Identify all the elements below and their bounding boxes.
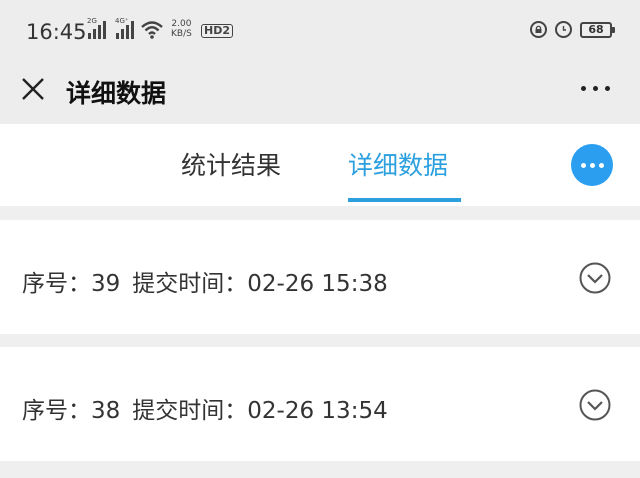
wifi-icon	[141, 21, 163, 39]
seq-value: 38	[91, 398, 121, 424]
close-icon[interactable]	[20, 76, 46, 102]
record-summary: 序号：38 提交时间：02-26 13:54	[22, 391, 388, 425]
lock-rotation-icon	[530, 21, 547, 38]
signal-4g-label: 4G⁺	[115, 17, 129, 25]
record-summary: 序号：39 提交时间：02-26 15:38	[22, 264, 388, 298]
title-bar: 详细数据	[0, 62, 640, 124]
tab-detail-data[interactable]: 详细数据	[348, 146, 448, 182]
list-item[interactable]: 序号：38 提交时间：02-26 13:54	[0, 347, 640, 461]
page-title: 详细数据	[66, 79, 167, 108]
tab-bar: 统计结果 详细数据	[0, 124, 640, 206]
submit-time-value: 02-26 13:54	[247, 398, 388, 424]
network-speed: 2.00 KB/S	[171, 19, 192, 39]
network-speed-value: 2.00	[171, 19, 192, 29]
status-bar: 16:45 2G 4G⁺ 2.00 KB/S HD2 68	[0, 0, 640, 62]
seq-label: 序号：	[22, 271, 91, 297]
network-speed-unit: KB/S	[171, 29, 192, 39]
chevron-down-icon[interactable]	[579, 262, 611, 294]
tab-statistics[interactable]: 统计结果	[181, 146, 281, 182]
active-tab-indicator	[348, 198, 461, 202]
battery-icon: 68	[580, 21, 615, 38]
status-time: 16:45	[26, 20, 87, 44]
more-actions-button[interactable]	[571, 144, 613, 186]
signal-4g-icon: 4G⁺	[115, 17, 134, 39]
list-item[interactable]: 序号：39 提交时间：02-26 15:38	[0, 220, 640, 334]
seq-label: 序号：	[22, 398, 91, 424]
hd-voice-icon: HD2	[201, 24, 233, 38]
more-dots-icon[interactable]	[581, 86, 610, 91]
chevron-down-icon[interactable]	[579, 389, 611, 421]
submit-time-label: 提交时间：	[132, 271, 248, 297]
seq-value: 39	[91, 271, 121, 297]
signal-2g-icon: 2G	[87, 17, 106, 39]
status-right-icons: 68	[530, 21, 615, 38]
submit-time-label: 提交时间：	[132, 398, 248, 424]
alarm-clock-icon	[555, 21, 572, 38]
signal-indicators: 2G 4G⁺	[87, 17, 134, 39]
signal-2g-label: 2G	[87, 17, 97, 25]
submit-time-value: 02-26 15:38	[247, 271, 388, 297]
